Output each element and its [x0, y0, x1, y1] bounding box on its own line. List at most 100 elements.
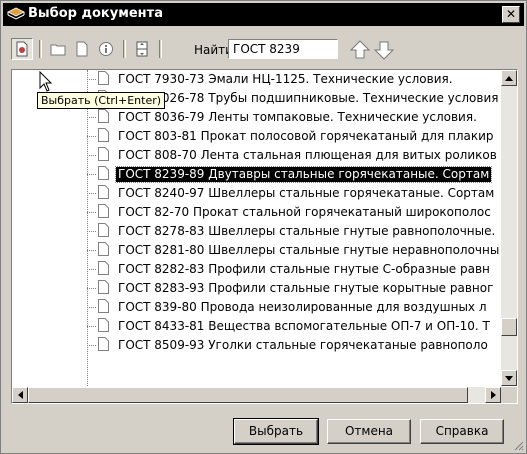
document-icon [98, 204, 109, 218]
tree-item-label: ГОСТ 8433-81 Вещества вспомогательные ОП… [118, 319, 490, 333]
document-icon [98, 280, 109, 294]
document-icon [98, 337, 109, 351]
folder-icon [50, 44, 66, 56]
tree-item[interactable]: ГОСТ 7930-73 Эмали НЦ-1125. Технические … [12, 70, 501, 89]
tree-item-label: ГОСТ 8281-80 Швеллеры стальные гнутые не… [118, 243, 500, 257]
scroll-up-button[interactable] [501, 70, 517, 86]
tree-connector [87, 288, 96, 289]
horizontal-scrollbar[interactable] [12, 387, 501, 403]
tree-connector [87, 212, 96, 213]
select-button[interactable] [11, 38, 33, 60]
tooltip: Выбрать (Ctrl+Enter) [37, 92, 166, 109]
tree-item[interactable]: ГОСТ 8509-93 Уголки стальные горячекатан… [12, 336, 501, 355]
tree-item[interactable]: ГОСТ 8240-97 Швеллеры стальные горячекат… [12, 184, 501, 203]
tree-item-label: ГОСТ 8278-83 Швеллеры стальные гнутые ра… [118, 224, 496, 238]
tree-item[interactable]: ГОСТ 8283-93 Профили стальные гнутые кор… [12, 279, 501, 298]
tree-item-label: ГОСТ 82-70 Прокат стальной горячекатаный… [118, 205, 491, 219]
document-icon [98, 299, 109, 313]
info-icon [99, 42, 113, 56]
vertical-scrollbar[interactable] [501, 70, 517, 386]
arrow-down-icon [373, 41, 395, 60]
triangle-left-icon [17, 391, 23, 399]
document-icon [98, 166, 109, 180]
tree-item[interactable]: ГОСТ 8239-89 Двутавры стальные горячекат… [12, 165, 501, 184]
split-icon [136, 41, 148, 57]
find-previous-button[interactable] [349, 39, 371, 61]
document-icon [98, 109, 109, 123]
tree-item-label: ГОСТ 8282-83 Профили стальные гнутые С-о… [118, 262, 490, 276]
new-document-button[interactable] [71, 38, 93, 60]
help-button[interactable]: Справка [420, 419, 504, 444]
triangle-down-icon [505, 375, 513, 381]
tree-connector [87, 79, 96, 80]
find-next-button[interactable] [373, 39, 395, 61]
tree-item-label: ГОСТ 808-70 Лента стальная плющеная для … [118, 148, 497, 162]
document-icon [98, 185, 109, 199]
tree-item-label: ГОСТ 8240-97 Швеллеры стальные горячекат… [118, 186, 495, 200]
tree-item[interactable]: ГОСТ 82-70 Прокат стальной горячекатаный… [12, 203, 501, 222]
toolbar-separator [159, 40, 162, 58]
document-icon [98, 242, 109, 256]
tree-item-label: ГОСТ 8509-93 Уголки стальные горячекатан… [118, 338, 488, 352]
tree-connector [87, 136, 96, 137]
vertical-scroll-thumb[interactable] [501, 318, 517, 336]
tree-connector [87, 174, 96, 175]
tree-item[interactable]: ГОСТ 803-81 Прокат полосовой горячекатан… [12, 127, 501, 146]
tree-connector [87, 250, 96, 251]
document-icon [98, 223, 109, 237]
tree-item-label: ГОСТ 839-80 Провода неизолированные для … [118, 300, 487, 314]
tree-item-label: ГОСТ 803-81 Прокат полосовой горячекатан… [118, 129, 494, 143]
tree-connector [87, 345, 96, 346]
tree-item[interactable]: ГОСТ 839-80 Провода неизолированные для … [12, 298, 501, 317]
toolbar: Найти [11, 37, 516, 63]
tree-item[interactable]: ГОСТ 8278-83 Швеллеры стальные гнутые ра… [12, 222, 501, 241]
info-button[interactable] [95, 38, 117, 60]
tree-connector [87, 155, 96, 156]
tree-connector [87, 269, 96, 270]
tree-item[interactable]: ГОСТ 8433-81 Вещества вспомогательные ОП… [12, 317, 501, 336]
document-icon [98, 147, 109, 161]
title-bar[interactable]: Выбор документа ✕ [3, 3, 524, 26]
tree-connector [87, 326, 96, 327]
document-icon [98, 318, 109, 332]
mouse-cursor-icon [39, 71, 53, 92]
tree-item[interactable]: ГОСТ 8036-79 Ленты томпаковые. Техническ… [12, 108, 501, 127]
tree-item[interactable]: ГОСТ 808-70 Лента стальная плющеная для … [12, 146, 501, 165]
document-tree[interactable]: ГОСТ 7930-73 Эмали НЦ-1125. Технические … [11, 69, 518, 404]
close-button[interactable]: ✕ [502, 6, 520, 23]
tree-viewport: ГОСТ 7930-73 Эмали НЦ-1125. Технические … [12, 70, 501, 386]
find-input[interactable] [228, 39, 338, 59]
document-icon [98, 128, 109, 142]
document-icon [98, 71, 109, 85]
tree-connector [87, 307, 96, 308]
tree-item-label: ГОСТ 8036-79 Ленты томпаковые. Техническ… [118, 110, 477, 124]
folder-button[interactable] [47, 38, 69, 60]
document-icon [98, 261, 109, 275]
tree-item-label: ГОСТ 8239-89 Двутавры стальные горячекат… [114, 166, 493, 183]
triangle-up-icon [505, 75, 513, 81]
select-icon [16, 41, 28, 57]
split-button[interactable] [131, 38, 153, 60]
resize-grip-icon[interactable] [512, 439, 524, 451]
toolbar-separator [39, 40, 42, 58]
tree-item-label: ГОСТ 7930-73 Эмали НЦ-1125. Технические … [118, 72, 453, 86]
toolbar-separator [123, 40, 126, 58]
document-icon [76, 41, 88, 57]
arrow-up-icon [349, 40, 371, 59]
scroll-down-button[interactable] [501, 370, 517, 386]
tree-item[interactable]: ГОСТ 8281-80 Швеллеры стальные гнутые не… [12, 241, 501, 260]
scrollbar-corner [501, 387, 517, 403]
tree-connector [87, 231, 96, 232]
triangle-right-icon [490, 391, 496, 399]
select-confirm-button[interactable]: Выбрать [233, 418, 319, 445]
scroll-left-button[interactable] [12, 387, 28, 403]
window-title: Выбор документа [28, 6, 163, 21]
tree-item-label: ГОСТ 8283-93 Профили стальные гнутые кор… [118, 281, 494, 295]
scroll-right-button[interactable] [485, 387, 501, 403]
tree-connector [87, 193, 96, 194]
cancel-button[interactable]: Отмена [327, 419, 411, 444]
tree-item[interactable]: ГОСТ 8282-83 Профили стальные гнутые С-о… [12, 260, 501, 279]
horizontal-scroll-thumb[interactable] [28, 387, 468, 403]
tree-connector [87, 117, 96, 118]
document-select-dialog: Выбор документа ✕ Найти ГОСТ 8239 ГОСТ 7… [0, 0, 527, 454]
